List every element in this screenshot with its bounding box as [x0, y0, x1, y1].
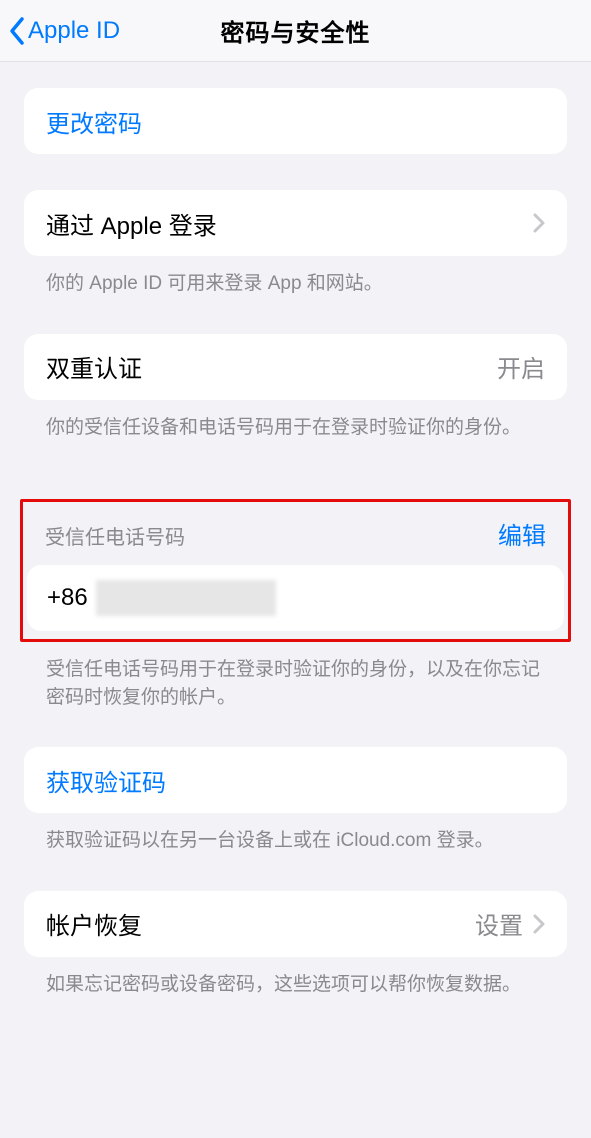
sign-in-with-apple-footer: 你的 Apple ID 可用来登录 App 和网站。	[24, 256, 567, 298]
group-account-recovery: 帐户恢复 设置 如果忘记密码或设备密码，这些选项可以帮你恢复数据。	[24, 891, 567, 999]
back-button[interactable]: Apple ID	[0, 16, 120, 46]
group-two-factor: 双重认证 开启 你的受信任设备和电话号码用于在登录时验证你的身份。	[24, 334, 567, 442]
two-factor-label: 双重认证	[46, 349, 142, 384]
chevron-right-icon	[533, 914, 545, 934]
trusted-phone-footer: 受信任电话号码用于在登录时验证你的身份，以及在你忘记密码时恢复你的帐户。	[24, 642, 567, 711]
sign-in-with-apple-label: 通过 Apple 登录	[46, 206, 217, 241]
change-password-row[interactable]: 更改密码	[24, 88, 567, 154]
group-get-code: 获取验证码 获取验证码以在另一台设备上或在 iCloud.com 登录。	[24, 747, 567, 855]
get-code-label: 获取验证码	[46, 763, 166, 798]
chevron-left-icon	[8, 16, 26, 46]
phone-number-redacted	[96, 580, 276, 616]
trusted-phone-section-title: 受信任电话号码	[45, 521, 185, 550]
edit-button[interactable]: 编辑	[498, 516, 546, 551]
account-recovery-row[interactable]: 帐户恢复 设置	[24, 891, 567, 957]
sign-in-with-apple-row[interactable]: 通过 Apple 登录	[24, 190, 567, 256]
chevron-right-icon	[533, 213, 545, 233]
two-factor-row[interactable]: 双重认证 开启	[24, 334, 567, 400]
account-recovery-value: 设置	[475, 906, 523, 941]
back-label: Apple ID	[28, 17, 120, 45]
account-recovery-label: 帐户恢复	[46, 906, 142, 941]
two-factor-value: 开启	[497, 349, 545, 384]
phone-country-code: +86	[31, 584, 96, 612]
nav-bar: Apple ID 密码与安全性	[0, 0, 591, 62]
account-recovery-footer: 如果忘记密码或设备密码，这些选项可以帮你恢复数据。	[24, 957, 567, 999]
trusted-phone-row[interactable]: +86	[27, 565, 564, 631]
highlight-box: 受信任电话号码 编辑 +86	[20, 499, 571, 642]
change-password-label: 更改密码	[46, 104, 142, 139]
group-trusted-phone: 受信任电话号码 编辑 +86 受信任电话号码用于在登录时验证你的身份，以及在你忘…	[24, 499, 567, 711]
group-change-password: 更改密码	[24, 88, 567, 154]
get-code-footer: 获取验证码以在另一台设备上或在 iCloud.com 登录。	[24, 813, 567, 855]
two-factor-footer: 你的受信任设备和电话号码用于在登录时验证你的身份。	[24, 400, 567, 442]
get-code-row[interactable]: 获取验证码	[24, 747, 567, 813]
group-sign-in-with-apple: 通过 Apple 登录 你的 Apple ID 可用来登录 App 和网站。	[24, 190, 567, 298]
